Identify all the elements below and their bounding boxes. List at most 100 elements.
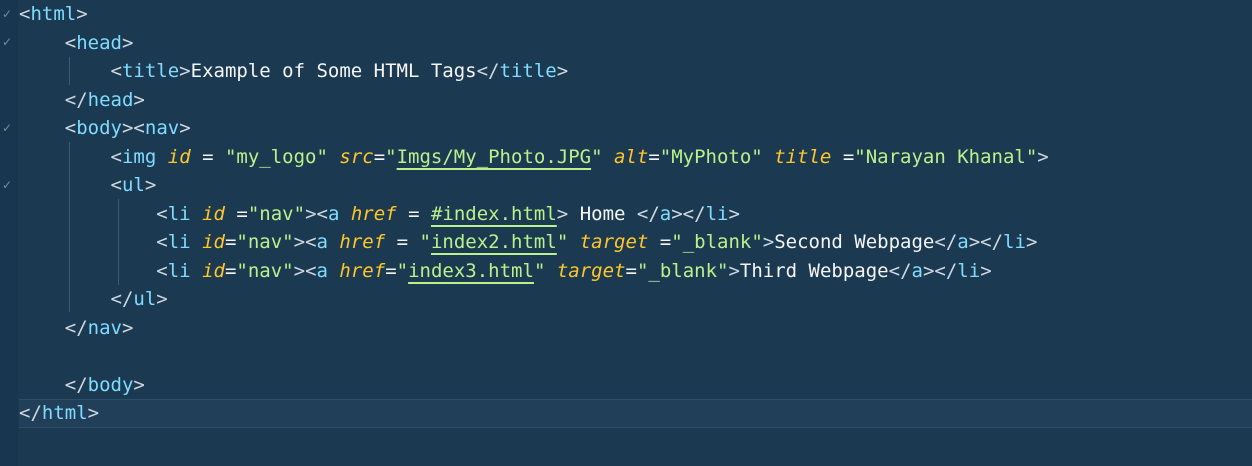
code-line[interactable]: <li id ="nav"><a href = #index.html> Hom…: [19, 200, 1252, 229]
attr-name: title: [774, 145, 832, 168]
bracket: >: [980, 259, 992, 282]
code-line[interactable]: </head>: [19, 86, 1252, 115]
operator: =: [625, 259, 637, 282]
tag-name: ul: [121, 174, 145, 196]
bracket: ></: [968, 231, 1004, 253]
code-area[interactable]: <html> <head> <title>Example of Some HTM…: [19, 0, 1252, 428]
operator: =: [373, 145, 386, 168]
code-line[interactable]: </ul>: [19, 285, 1252, 314]
bracket: >: [1025, 231, 1038, 253]
bracket: >: [121, 316, 134, 339]
operator: =: [831, 145, 855, 168]
tag-name: head: [87, 88, 134, 111]
bracket: <: [110, 60, 122, 82]
code-line[interactable]: <img id = "my_logo" src="Imgs/My_Photo.J…: [19, 143, 1252, 172]
attr-name: href: [339, 259, 386, 282]
operator: =: [396, 202, 431, 225]
bracket: >: [728, 259, 740, 282]
bracket: <: [156, 202, 168, 225]
attr-name: href: [339, 231, 386, 253]
tag-name: a: [316, 231, 328, 253]
tag-name: html: [30, 3, 77, 25]
attr-name: target: [556, 259, 626, 282]
attr-value-link[interactable]: index2.html: [431, 231, 557, 253]
attr-value: "_blank": [671, 231, 763, 253]
tag-name: nav: [144, 117, 180, 139]
text-content: Example of Some HTML Tags: [190, 60, 477, 82]
bracket: >: [179, 117, 191, 139]
attr-name: id: [202, 259, 225, 282]
tag-name: img: [121, 145, 157, 168]
tag-name: title: [499, 60, 557, 82]
attr-value-link[interactable]: index3.html: [408, 260, 534, 282]
tag-name: li: [1003, 231, 1026, 253]
quote: ": [591, 145, 603, 168]
tag-name: li: [705, 202, 729, 225]
code-line[interactable]: <body><nav>: [19, 114, 1252, 143]
code-line[interactable]: <li id="nav"><a href = "index2.html" tar…: [19, 228, 1252, 257]
bracket: >: [121, 31, 134, 54]
attr-name: target: [579, 231, 649, 253]
tag-name: a: [659, 202, 672, 225]
code-line-empty[interactable]: [19, 342, 1252, 371]
bracket: </: [110, 288, 134, 310]
check-fold-icon[interactable]: ✓: [0, 178, 14, 192]
text-content: Second Webpage: [774, 231, 935, 253]
attr-value: "nav": [247, 202, 306, 225]
code-line-current[interactable]: </html>: [19, 399, 1252, 428]
bracket: >: [179, 60, 191, 82]
operator: =: [385, 231, 420, 253]
bracket: </: [64, 88, 88, 111]
bracket: >: [133, 88, 145, 111]
bracket: <: [19, 3, 31, 25]
code-line[interactable]: <ul>: [19, 171, 1252, 200]
code-editor[interactable]: ✓ ✓ ✓ ✓ <html> <head> <title>Example of …: [0, 0, 1252, 466]
quote: ": [385, 145, 397, 168]
code-line[interactable]: <html>: [19, 0, 1252, 29]
tag-name: li: [957, 259, 981, 282]
check-fold-icon[interactable]: ✓: [0, 35, 14, 49]
tag-name: li: [167, 259, 191, 282]
tag-name: head: [76, 31, 122, 54]
bracket: >: [728, 202, 740, 225]
tag-name: a: [327, 202, 340, 225]
operator: =: [224, 202, 248, 225]
bracket: <: [110, 174, 122, 196]
bracket: </: [934, 231, 958, 253]
attr-name: id: [202, 202, 225, 225]
bracket: >: [762, 231, 775, 253]
bracket: >: [156, 288, 168, 310]
code-line[interactable]: <li id="nav"><a href="index3.html" targe…: [19, 257, 1252, 286]
bracket: ><: [293, 231, 317, 253]
bracket: <: [110, 145, 122, 168]
bracket: >: [76, 3, 88, 25]
code-line[interactable]: <head>: [19, 29, 1252, 58]
operator: =: [385, 259, 397, 282]
bracket: <: [156, 259, 168, 282]
operator: =: [190, 145, 225, 168]
operator: =: [648, 145, 660, 168]
attr-value: "_blank": [636, 259, 729, 282]
attr-value: "MyPhoto": [659, 145, 763, 168]
attr-value: "my_logo": [224, 145, 328, 168]
attr-value-link[interactable]: Imgs/My_Photo.JPG: [397, 146, 591, 168]
quote: ": [419, 231, 431, 253]
bracket: ><: [121, 117, 145, 139]
text-content: Home: [568, 202, 637, 225]
code-line[interactable]: </body>: [19, 371, 1252, 400]
attr-value: "nav": [236, 231, 294, 253]
operator: =: [224, 231, 237, 253]
tag-name: html: [41, 402, 88, 424]
code-line[interactable]: <title>Example of Some HTML Tags</title>: [19, 57, 1252, 86]
tag-name: body: [87, 373, 134, 396]
bracket: >: [556, 60, 569, 82]
code-line[interactable]: </nav>: [19, 314, 1252, 343]
bracket: ><: [293, 259, 317, 282]
bracket: </: [64, 316, 88, 339]
attr-value-link[interactable]: #index.html: [431, 203, 557, 225]
bracket: <: [156, 231, 168, 253]
bracket: <: [64, 117, 77, 139]
check-fold-icon[interactable]: ✓: [0, 121, 14, 135]
check-fold-icon[interactable]: ✓: [0, 7, 14, 21]
tag-name: title: [121, 60, 180, 82]
